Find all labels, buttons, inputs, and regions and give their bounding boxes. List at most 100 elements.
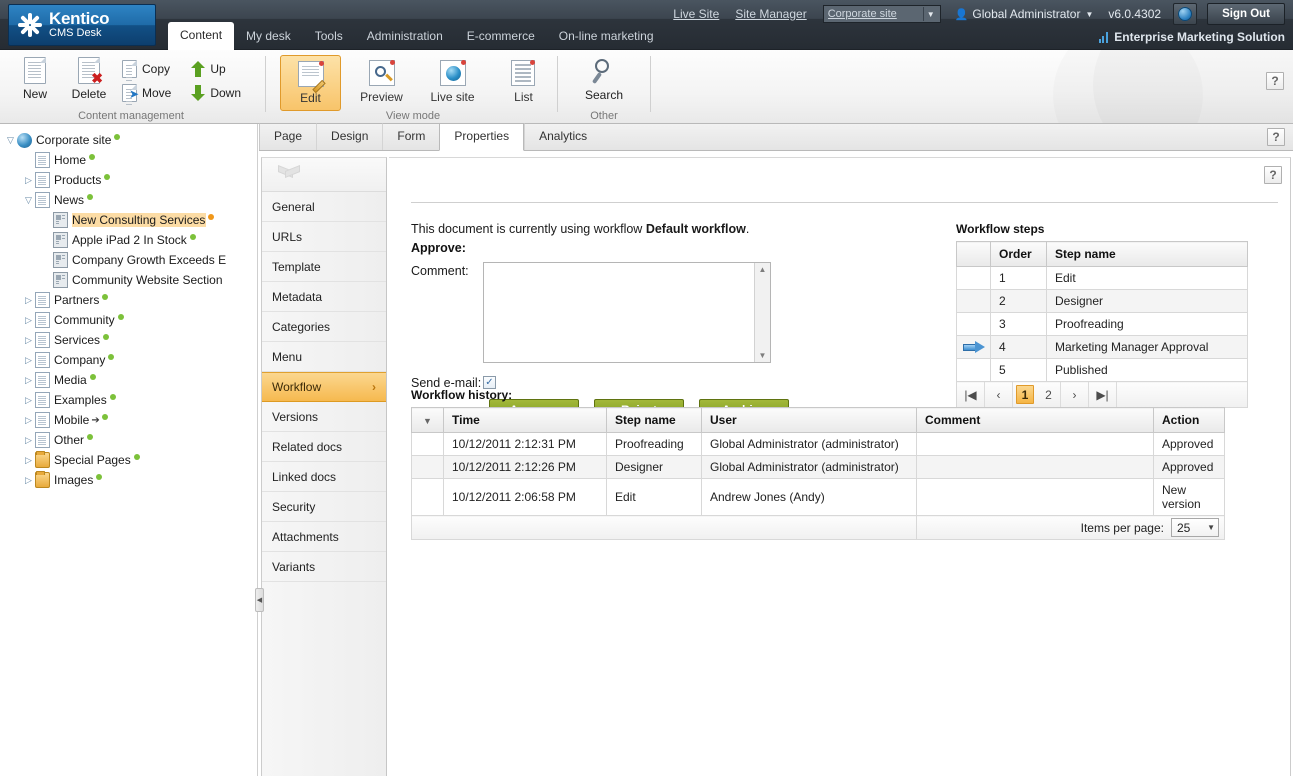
comment-scrollbar[interactable]: ▲ ▼	[754, 263, 770, 362]
properties-menu-item-urls[interactable]: URLs	[262, 222, 386, 252]
tree-node[interactable]: ▷ Images	[4, 470, 257, 490]
properties-menu-item-security[interactable]: Security	[262, 492, 386, 522]
chevron-right-icon[interactable]: ▷	[22, 374, 35, 387]
search-button[interactable]: Search	[569, 55, 639, 102]
view-mode-live-site-button[interactable]: Live site	[422, 55, 483, 111]
content-tree[interactable]: ▽ Corporate site Home ▷ Products ▽ News New Con…	[0, 124, 258, 776]
subtabs-help-button[interactable]: ?	[1267, 128, 1285, 146]
send-email-checkbox[interactable]: ✓	[483, 375, 496, 389]
properties-menu-item-related-docs[interactable]: Related docs	[262, 432, 386, 462]
col-action[interactable]: Action	[1153, 407, 1225, 433]
properties-menu-item-menu[interactable]: Menu	[262, 342, 386, 372]
copy-button[interactable]: Copy	[118, 57, 175, 81]
tree-node[interactable]: ▷ Company	[4, 350, 257, 370]
new-button[interactable]: New	[8, 55, 62, 101]
chevron-right-icon[interactable]: ▷	[22, 174, 35, 187]
tab-online-marketing[interactable]: On-line marketing	[547, 23, 666, 50]
tree-node[interactable]: Community Website Section	[4, 270, 257, 290]
sign-out-button[interactable]: Sign Out	[1207, 3, 1285, 25]
col-comment[interactable]: Comment	[916, 407, 1154, 433]
tab-content[interactable]: Content	[168, 22, 235, 50]
properties-menu-item-metadata[interactable]: Metadata	[262, 282, 386, 312]
view-mode-edit-button[interactable]: Edit	[280, 55, 342, 111]
tree-node[interactable]: ▽ Corporate site	[4, 130, 257, 150]
globe-button[interactable]	[1173, 3, 1198, 25]
table-row[interactable]: 10/12/2011 2:12:26 PM Designer Global Admi…	[411, 455, 1225, 479]
tree-node[interactable]: ▷ Partners	[4, 290, 257, 310]
subtab-design[interactable]: Design	[316, 123, 382, 150]
chevron-right-icon[interactable]: ▷	[22, 354, 35, 367]
ribbon-help-button[interactable]: ?	[1266, 72, 1284, 90]
scroll-down-icon[interactable]: ▼	[759, 351, 767, 360]
tree-node[interactable]: ▷ Examples	[4, 390, 257, 410]
chevron-right-icon[interactable]: ▷	[22, 434, 35, 447]
delete-button[interactable]: ✖ Delete	[62, 55, 116, 101]
tree-node[interactable]: ▷ Community	[4, 310, 257, 330]
tree-node[interactable]: ▷ Mobile ➔	[4, 410, 257, 430]
tree-node[interactable]: Company Growth Exceeds E	[4, 250, 257, 270]
comment-textarea[interactable]: ▲ ▼	[483, 262, 771, 363]
properties-menu-item-general[interactable]: General	[262, 192, 386, 222]
chevron-right-icon[interactable]: ▷	[22, 394, 35, 407]
subtab-form[interactable]: Form	[382, 123, 439, 150]
chevron-right-icon[interactable]: ▷	[22, 334, 35, 347]
site-manager-link[interactable]: Site Manager	[735, 7, 806, 21]
chevron-down-icon[interactable]: ▽	[22, 194, 35, 207]
properties-menu-item-workflow[interactable]: Workflow ›	[262, 372, 386, 402]
table-row[interactable]: 10/12/2011 2:12:31 PM Proofreading Global …	[411, 432, 1225, 456]
chevron-down-icon[interactable]: ▽	[4, 134, 17, 147]
tree-node[interactable]: ▷ Media	[4, 370, 257, 390]
kentico-logo[interactable]: Kentico CMS Desk	[8, 4, 156, 46]
move-button[interactable]: ➤ Move	[118, 81, 175, 105]
properties-menu-item-template[interactable]: Template	[262, 252, 386, 282]
tab-ecommerce[interactable]: E-commerce	[455, 23, 547, 50]
tab-my-desk[interactable]: My desk	[234, 23, 303, 50]
subtab-properties[interactable]: Properties	[439, 123, 525, 151]
tree-node[interactable]: ▷ Other	[4, 430, 257, 450]
items-per-page-select[interactable]: 25 ▼	[1171, 518, 1219, 537]
chevron-right-icon[interactable]: ▷	[22, 414, 35, 427]
tree-node[interactable]: ▷ Products	[4, 170, 257, 190]
table-row[interactable]: 5 Published	[956, 358, 1248, 382]
live-site-link[interactable]: Live Site	[673, 7, 719, 21]
tab-tools[interactable]: Tools	[303, 23, 355, 50]
properties-menu-header[interactable]	[262, 158, 386, 192]
col-time[interactable]: Time	[443, 407, 607, 433]
properties-menu-item-variants[interactable]: Variants	[262, 552, 386, 582]
chevron-right-icon[interactable]: ▷	[22, 314, 35, 327]
tree-node[interactable]: Home	[4, 150, 257, 170]
properties-menu-item-linked-docs[interactable]: Linked docs	[262, 462, 386, 492]
table-row[interactable]: 3 Proofreading	[956, 312, 1248, 336]
table-row[interactable]: 1 Edit	[956, 266, 1248, 290]
site-selector[interactable]: Corporate site ▼	[822, 5, 941, 23]
tree-node[interactable]: Apple iPad 2 In Stock	[4, 230, 257, 250]
chevron-right-icon[interactable]: ▷	[22, 474, 35, 487]
down-button[interactable]: Down	[187, 81, 245, 105]
chevron-right-icon[interactable]: ▷	[22, 454, 35, 467]
tree-node[interactable]: New Consulting Services	[4, 210, 257, 230]
col-step-name[interactable]: Step name	[606, 407, 702, 433]
table-row[interactable]: 2 Designer	[956, 289, 1248, 313]
tree-node[interactable]: ▷ Services	[4, 330, 257, 350]
user-menu[interactable]: 👤 Global Administrator ▼	[955, 7, 1101, 21]
up-button[interactable]: Up	[187, 57, 245, 81]
tab-administration[interactable]: Administration	[355, 23, 455, 50]
subtab-analytics[interactable]: Analytics	[524, 123, 601, 150]
table-row[interactable]: 10/12/2011 2:06:58 PM Edit Andrew Jones (A…	[411, 478, 1225, 516]
properties-menu-item-categories[interactable]: Categories	[262, 312, 386, 342]
properties-menu-item-versions[interactable]: Versions	[262, 402, 386, 432]
tree-collapse-handle[interactable]: ◀	[255, 588, 264, 612]
tree-node[interactable]: ▽ News	[4, 190, 257, 210]
tree-node-label: Partners	[54, 293, 100, 307]
view-mode-preview-button[interactable]: Preview	[351, 55, 412, 111]
chevron-right-icon[interactable]: ▷	[22, 294, 35, 307]
subtab-page[interactable]: Page	[259, 123, 316, 150]
col-sort[interactable]: ▼	[411, 407, 444, 433]
scroll-up-icon[interactable]: ▲	[759, 265, 767, 274]
workflow-help-button[interactable]: ?	[1264, 166, 1282, 184]
table-row[interactable]: 4 Marketing Manager Approval	[956, 335, 1248, 359]
view-mode-list-button[interactable]: List	[493, 55, 554, 111]
col-user[interactable]: User	[701, 407, 917, 433]
properties-menu-item-attachments[interactable]: Attachments	[262, 522, 386, 552]
tree-node[interactable]: ▷ Special Pages	[4, 450, 257, 470]
